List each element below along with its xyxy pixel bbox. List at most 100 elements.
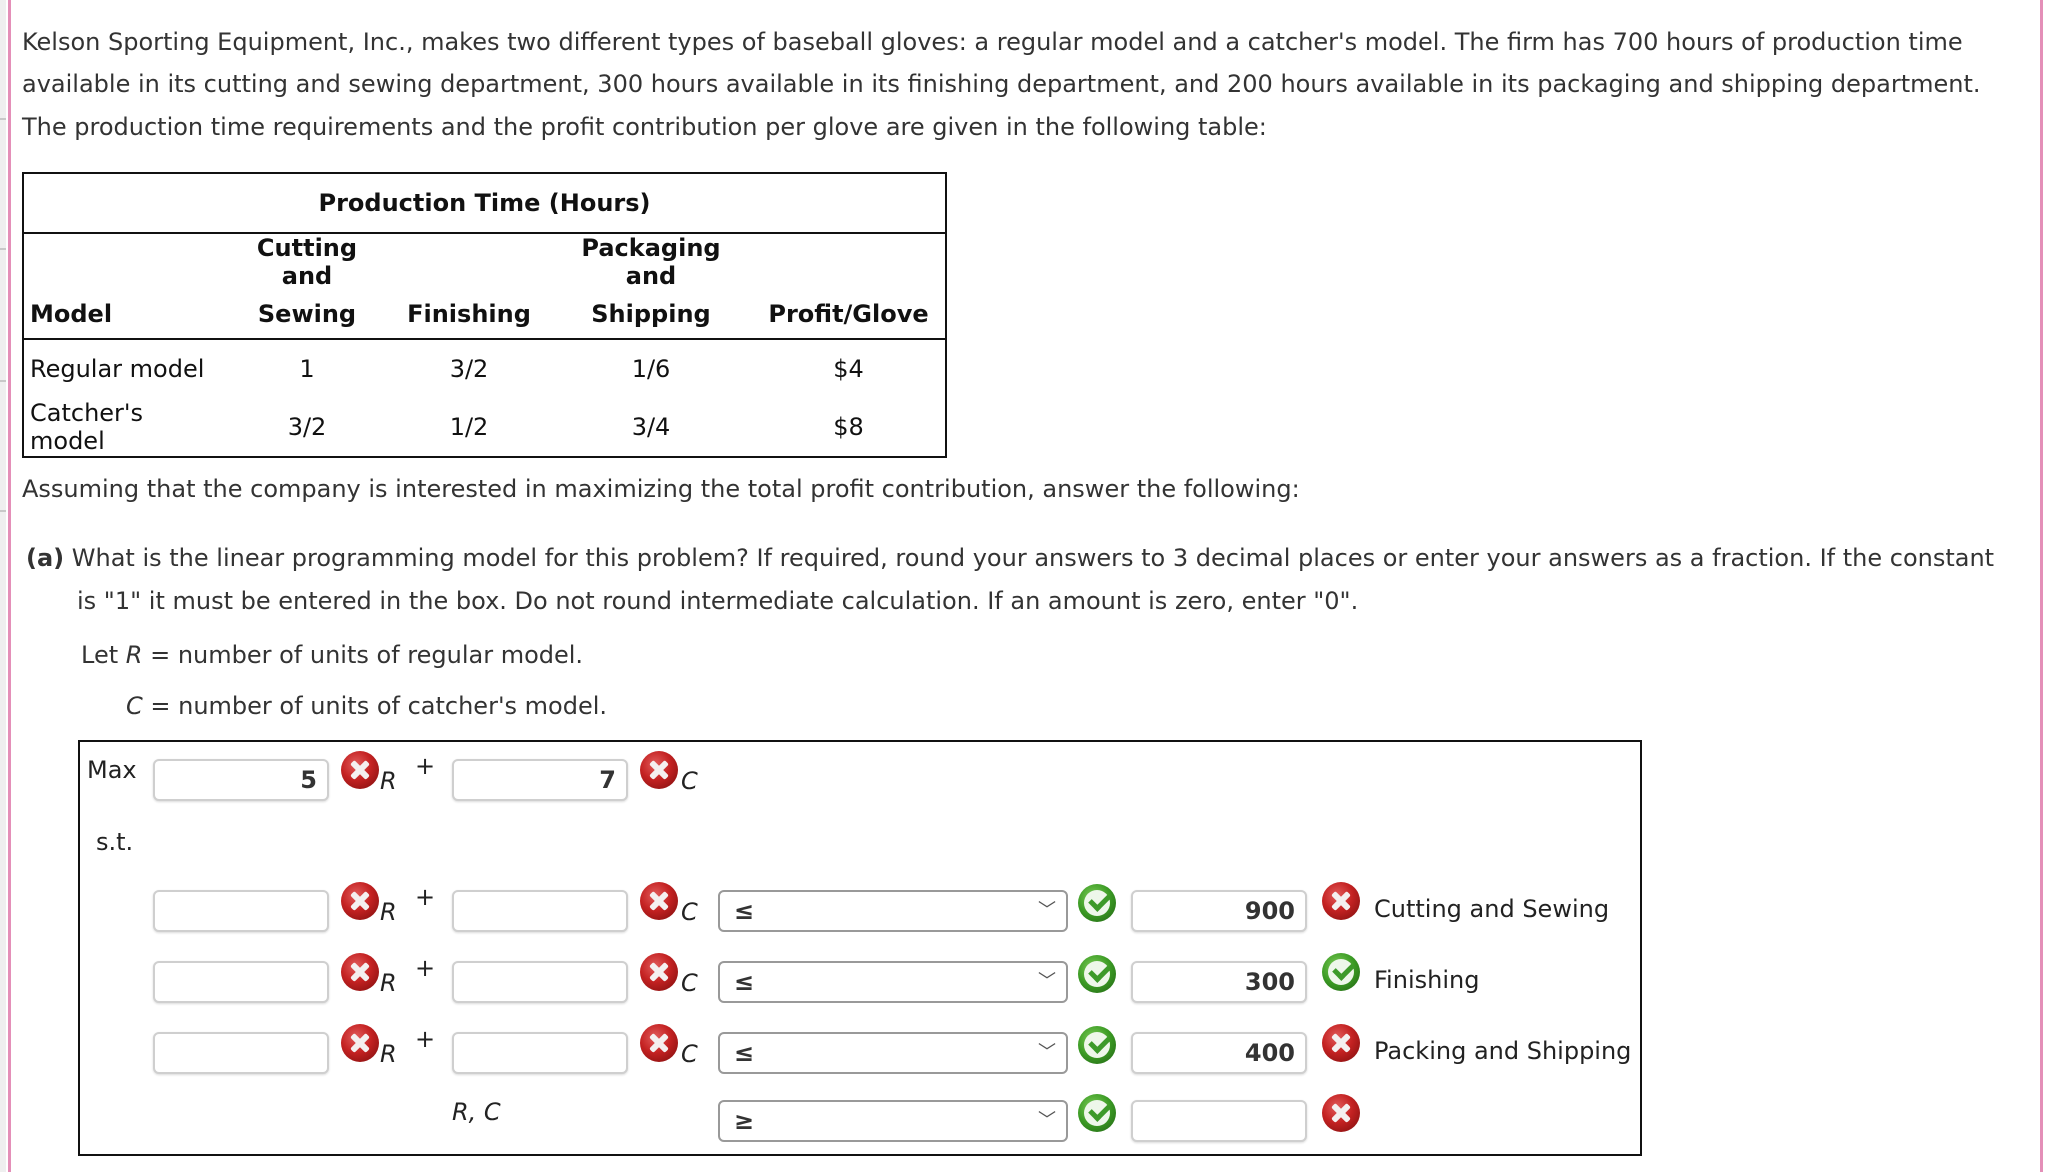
let-r-definition: Let R = number of units of regular model…: [81, 634, 583, 676]
intro-line-1: Kelson Sporting Equipment, Inc., makes t…: [22, 28, 1963, 56]
nonneg-sign-select[interactable]: ≥ ﹀: [718, 1100, 1068, 1142]
check-circle-icon: [1078, 1094, 1116, 1132]
var-r-label: R: [380, 969, 397, 997]
let-prefix: Let: [81, 641, 126, 669]
var-c-label: C: [681, 1040, 698, 1068]
chevron-down-icon: ﹀: [1038, 900, 1056, 921]
check-circle-icon: [1078, 955, 1116, 993]
question-a-label: (a): [26, 544, 65, 572]
constraint-rhs-input[interactable]: 900: [1131, 890, 1307, 932]
question-a-line-1: (a) What is the linear programming model…: [26, 537, 1994, 579]
subject-to-label: s.t.: [96, 828, 134, 856]
x-circle-icon: [1322, 1094, 1360, 1132]
constraint-sign-select[interactable]: ≤ ﹀: [718, 961, 1068, 1003]
col-header-model: Model: [23, 290, 226, 340]
x-circle-icon: [640, 882, 678, 920]
constraint-r-coef-input[interactable]: [153, 961, 329, 1003]
cell-value: $8: [833, 413, 864, 441]
assumption-text: Assuming that the company is interested …: [22, 475, 1300, 503]
max-label: Max: [87, 756, 137, 784]
constraint-r-coef-input[interactable]: [153, 890, 329, 932]
nonneg-vars: R, C: [452, 1098, 501, 1126]
x-circle-icon: [341, 953, 379, 991]
constraint-sign-select[interactable]: ≤ ﹀: [718, 1032, 1068, 1074]
gutter-tick: [0, 248, 6, 250]
cell-value: 3/2: [287, 413, 327, 441]
cell-model: Regular model: [30, 355, 205, 383]
question-a-text: What is the linear programming model for…: [71, 544, 1995, 572]
col-header-top: [388, 233, 550, 290]
constraint-rhs-input[interactable]: 300: [1131, 961, 1307, 1003]
constraint-c-coef-input[interactable]: [452, 1032, 628, 1074]
lp-model-box: [78, 740, 1642, 1156]
chevron-down-icon: ﹀: [1038, 1042, 1056, 1063]
cell-value: 1/6: [631, 355, 671, 383]
table-row: Catcher's model 3/2 1/2 3/4 $8: [23, 398, 946, 457]
var-r-label: R: [380, 767, 397, 795]
x-circle-icon: [640, 751, 678, 789]
x-circle-icon: [1322, 882, 1360, 920]
col-header-profit: Profit/Glove: [752, 290, 946, 340]
plus-sign: +: [415, 883, 436, 911]
col-header-packaging: Shipping: [550, 290, 752, 340]
col-header-finishing: Finishing: [388, 290, 550, 340]
let-r-text: = number of units of regular model.: [142, 641, 584, 669]
var-r: R: [125, 641, 143, 669]
constraint-name: Cutting and Sewing: [1374, 895, 1610, 923]
constraint-sign-value: ≤: [734, 968, 755, 996]
chevron-down-icon: ﹀: [1038, 1110, 1056, 1131]
col-header-cutting: Sewing: [226, 290, 388, 340]
cell-model: Catcher's model: [30, 399, 144, 455]
gutter-tick: [0, 380, 6, 382]
objective-r-coef-input[interactable]: 5: [153, 759, 329, 801]
intro-line-3: The production time requirements and the…: [22, 113, 1267, 141]
constraint-rhs-input[interactable]: 400: [1131, 1032, 1307, 1074]
objective-c-coef-input[interactable]: 7: [452, 759, 628, 801]
constraint-name: Packing and Shipping: [1374, 1037, 1632, 1065]
constraint-sign-value: ≤: [734, 1039, 755, 1067]
x-circle-icon: [640, 1024, 678, 1062]
var-c-label: C: [681, 969, 698, 997]
constraint-c-coef-input[interactable]: [452, 890, 628, 932]
question-border-left: [8, 0, 11, 1172]
cell-value: 3/4: [631, 413, 671, 441]
left-gutter: [0, 0, 6, 1172]
constraint-sign-value: ≤: [734, 897, 755, 925]
production-table: Production Time (Hours) Cutting and Pack…: [22, 172, 947, 458]
check-circle-icon: [1078, 884, 1116, 922]
intro-line-2: available in its cutting and sewing depa…: [22, 70, 1981, 98]
cell-value: 3/2: [449, 355, 489, 383]
table-row: Regular model 1 3/2 1/6 $4: [23, 339, 946, 398]
constraint-sign-select[interactable]: ≤ ﹀: [718, 890, 1068, 932]
plus-sign: +: [415, 1025, 436, 1053]
var-c: C: [126, 692, 143, 720]
constraint-name: Finishing: [1374, 966, 1480, 994]
x-circle-icon: [640, 953, 678, 991]
var-r-label: R: [380, 1040, 397, 1068]
var-c-label: C: [681, 767, 698, 795]
col-header-top: Packaging and: [581, 234, 721, 290]
check-circle-icon: [1322, 953, 1360, 991]
constraint-c-coef-input[interactable]: [452, 961, 628, 1003]
constraint-r-coef-input[interactable]: [153, 1032, 329, 1074]
let-c-definition: C = number of units of catcher's model.: [126, 685, 607, 727]
x-circle-icon: [341, 1024, 379, 1062]
check-circle-icon: [1078, 1026, 1116, 1064]
x-circle-icon: [341, 751, 379, 789]
nonneg-rhs-input[interactable]: [1131, 1100, 1307, 1142]
question-border-right: [2040, 0, 2043, 1172]
x-circle-icon: [341, 882, 379, 920]
cell-value: 1: [299, 355, 315, 383]
x-circle-icon: [1322, 1024, 1360, 1062]
var-r-label: R: [380, 898, 397, 926]
col-header-top: [752, 233, 946, 290]
cell-value: 1/2: [449, 413, 489, 441]
gutter-tick: [0, 118, 6, 120]
gutter-tick: [0, 510, 6, 512]
chevron-down-icon: ﹀: [1038, 971, 1056, 992]
col-header-top: Cutting and: [256, 234, 358, 290]
nonneg-sign-value: ≥: [734, 1107, 755, 1135]
table-title: Production Time (Hours): [23, 173, 946, 234]
var-c-label: C: [681, 898, 698, 926]
col-header-top: [23, 233, 226, 290]
